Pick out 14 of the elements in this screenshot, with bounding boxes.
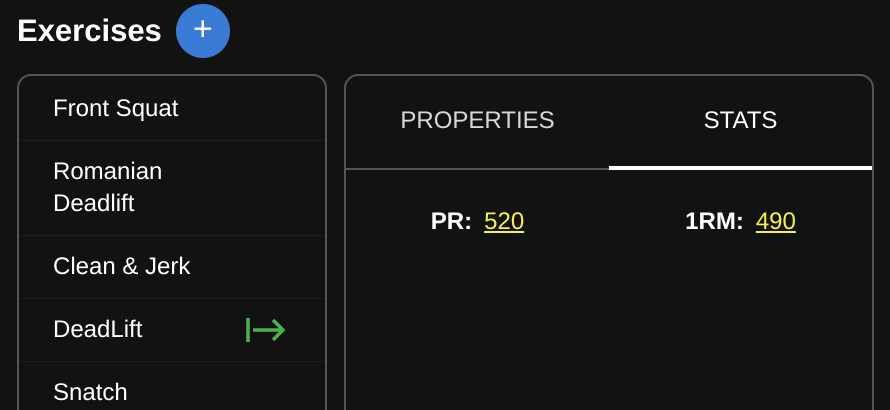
exercise-item[interactable]: Front Squat xyxy=(19,78,325,141)
arrow-to-right-icon xyxy=(245,317,287,343)
stat-value-link[interactable]: 520 xyxy=(484,208,524,236)
stat-label: PR: xyxy=(430,208,472,236)
tab[interactable]: PROPERTIES xyxy=(346,76,609,170)
tab[interactable]: STATS xyxy=(609,76,872,170)
exercise-item[interactable]: DeadLift xyxy=(19,299,325,362)
add-button[interactable]: + xyxy=(176,4,230,58)
page-title: Exercises xyxy=(17,13,162,49)
stat-label: 1RM: xyxy=(685,208,744,236)
exercise-item[interactable]: Snatch xyxy=(19,362,325,410)
stat-value-link[interactable]: 490 xyxy=(756,208,796,236)
exercise-item[interactable]: Clean & Jerk xyxy=(19,236,325,299)
exercise-item[interactable]: Romanian Deadlift xyxy=(19,141,325,236)
